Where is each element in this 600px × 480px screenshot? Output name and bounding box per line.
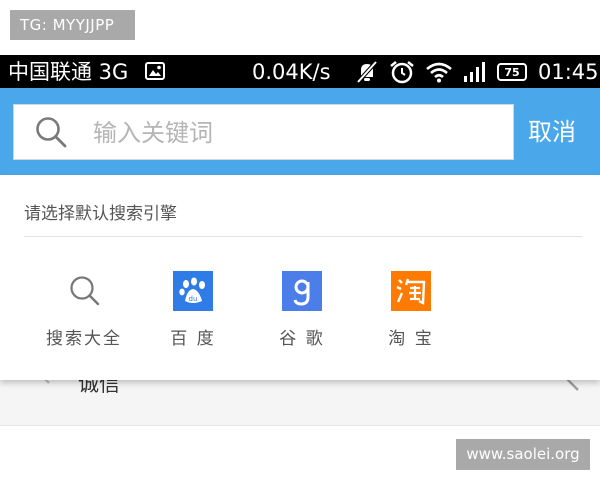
panel-title: 请选择默认搜索引擎 [24, 204, 177, 224]
baidu-icon: du [173, 271, 213, 311]
engine-google[interactable]: 谷 歌 [257, 271, 347, 349]
alarm-icon [390, 61, 414, 84]
battery-icon: 75 [497, 63, 527, 81]
status-bar: 中国联通 3G 0.04K/s 75 01:45 [0, 55, 600, 88]
search-box[interactable] [13, 104, 514, 161]
engine-selection-panel: 请选择默认搜索引擎 搜索大全 du 百 度 谷 歌 淘 宝 [0, 175, 600, 380]
wifi-icon [426, 62, 452, 83]
divider [24, 236, 582, 237]
google-icon [282, 271, 322, 311]
signal-icon [464, 62, 485, 82]
image-icon [145, 62, 165, 80]
search-header: 取消 [0, 88, 600, 175]
engine-baidu[interactable]: du 百 度 [148, 271, 238, 349]
engine-search-all[interactable]: 搜索大全 [39, 271, 129, 349]
carrier-label: 中国联通 3G [8, 60, 129, 84]
network-speed: 0.04K/s [252, 60, 331, 84]
svg-text:du: du [189, 295, 198, 303]
clock: 01:45 [538, 60, 599, 84]
search-icon [36, 117, 67, 148]
taobao-icon [391, 271, 431, 311]
watermark-bottom: www.saolei.org [456, 439, 590, 470]
engine-taobao[interactable]: 淘 宝 [366, 271, 456, 349]
engine-label: 谷 歌 [279, 329, 325, 349]
engine-label: 淘 宝 [388, 329, 434, 349]
engine-label: 百 度 [170, 329, 216, 349]
cancel-button[interactable]: 取消 [528, 112, 576, 152]
watermark-top: TG: MYYJJPP [10, 10, 135, 40]
engine-label: 搜索大全 [46, 329, 122, 349]
mute-icon [356, 60, 378, 84]
search-input[interactable] [91, 105, 495, 161]
search-icon [70, 276, 100, 306]
